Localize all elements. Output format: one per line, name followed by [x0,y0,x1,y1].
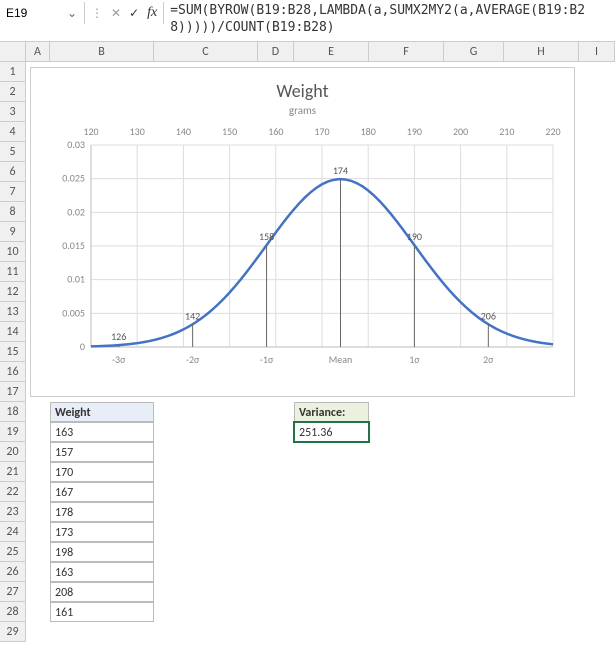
spreadsheet-grid: ABCDEFGHI 123456789101112131415161718192… [0,42,615,662]
svg-text:0.03: 0.03 [67,138,85,151]
svg-text:0.02: 0.02 [67,205,85,218]
svg-text:1σ: 1σ [409,353,420,366]
col-header-D[interactable]: D [258,42,294,61]
row-header-16[interactable]: 16 [0,362,25,382]
cell-E19[interactable]: 251.36 [294,422,369,442]
chart-title: Weight [43,80,562,102]
svg-text:130: 130 [130,125,145,138]
cell-B27[interactable]: 208 [50,582,154,602]
row-header-3[interactable]: 3 [0,102,25,122]
fx-icon[interactable]: fx [147,5,157,21]
chart-subtitle: grams [43,104,562,117]
row-header-9[interactable]: 9 [0,222,25,242]
row-header-7[interactable]: 7 [0,182,25,202]
col-header-E[interactable]: E [294,42,369,61]
col-header-G[interactable]: G [444,42,504,61]
cell-B20[interactable]: 157 [50,442,154,462]
cell-B28[interactable]: 161 [50,602,154,622]
svg-text:0.01: 0.01 [67,273,85,286]
chart[interactable]: Weight grams 120 130 140 150 160 170 180 190 200… [30,67,575,397]
svg-text:-1σ: -1σ [260,353,274,366]
svg-text:158: 158 [259,230,274,243]
cell-B25[interactable]: 198 [50,542,154,562]
col-header-A[interactable]: A [26,42,50,61]
svg-text:0.015: 0.015 [62,239,85,252]
svg-text:-3σ: -3σ [112,353,126,366]
col-header-B[interactable]: B [50,42,154,61]
cell-B22[interactable]: 167 [50,482,154,502]
row-header-11[interactable]: 11 [0,262,25,282]
col-header-H[interactable]: H [504,42,579,61]
svg-text:174: 174 [333,164,348,177]
row-header-13[interactable]: 13 [0,302,25,322]
svg-text:190: 190 [407,230,422,243]
formula-bar: ⌄ ⋮ ✕ ✓ fx =SUM(BYROW(B19:B28,LAMBDA(a,S… [0,0,615,42]
svg-text:180: 180 [361,125,376,138]
col-header-C[interactable]: C [154,42,258,61]
row-header-5[interactable]: 5 [0,142,25,162]
svg-text:160: 160 [268,125,283,138]
cell-B23[interactable]: 178 [50,502,154,522]
row-header-14[interactable]: 14 [0,322,25,342]
row-header-17[interactable]: 17 [0,382,25,402]
row-header-19[interactable]: 19 [0,422,25,442]
svg-text:0.025: 0.025 [62,172,85,185]
row-header-18[interactable]: 18 [0,402,25,422]
row-header-1[interactable]: 1 [0,62,25,82]
svg-text:142: 142 [185,309,200,322]
cell-B18[interactable]: Weight [50,402,154,422]
col-header-I[interactable]: I [579,42,615,61]
row-header-26[interactable]: 26 [0,562,25,582]
formula-input[interactable]: =SUM(BYROW(B19:B28,LAMBDA(a,SUMX2MY2(a,A… [164,0,615,40]
row-headers: 1234567891011121314151617181920212223242… [0,62,26,642]
row-header-29[interactable]: 29 [0,622,25,642]
row-header-10[interactable]: 10 [0,242,25,262]
row-header-15[interactable]: 15 [0,342,25,362]
confirm-icon[interactable]: ✓ [129,6,139,21]
cell-B26[interactable]: 163 [50,562,154,582]
svg-text:220: 220 [545,125,560,138]
svg-text:120: 120 [83,125,98,138]
row-header-27[interactable]: 27 [0,582,25,602]
row-header-21[interactable]: 21 [0,462,25,482]
row-header-20[interactable]: 20 [0,442,25,462]
row-header-12[interactable]: 12 [0,282,25,302]
name-box-input[interactable] [4,4,64,22]
svg-text:0.005: 0.005 [62,306,85,319]
chart-plot: 120 130 140 150 160 170 180 190 200 210 220 0 0.005 0… [43,121,563,391]
row-header-6[interactable]: 6 [0,162,25,182]
cell-B19[interactable]: 163 [50,422,154,442]
select-all-corner[interactable] [0,42,26,62]
separator-icon: ⋮ [91,6,103,21]
row-header-28[interactable]: 28 [0,602,25,622]
row-header-23[interactable]: 23 [0,502,25,522]
col-header-F[interactable]: F [369,42,444,61]
row-header-2[interactable]: 2 [0,82,25,102]
svg-text:170: 170 [314,125,329,138]
svg-text:126: 126 [111,330,126,343]
column-headers: ABCDEFGHI [26,42,615,62]
cancel-icon[interactable]: ✕ [111,6,121,21]
name-box[interactable]: ⌄ [0,2,85,24]
svg-text:140: 140 [176,125,191,138]
row-header-4[interactable]: 4 [0,122,25,142]
row-header-25[interactable]: 25 [0,542,25,562]
row-header-22[interactable]: 22 [0,482,25,502]
row-header-8[interactable]: 8 [0,202,25,222]
cell-E18[interactable]: Variance: [294,402,369,422]
cell-B24[interactable]: 173 [50,522,154,542]
svg-text:210: 210 [499,125,514,138]
svg-text:0: 0 [80,340,85,353]
svg-text:206: 206 [481,309,496,322]
svg-text:200: 200 [453,125,468,138]
svg-text:190: 190 [407,125,422,138]
row-header-24[interactable]: 24 [0,522,25,542]
svg-text:150: 150 [222,125,237,138]
svg-text:-2σ: -2σ [186,353,200,366]
svg-text:Mean: Mean [329,353,353,366]
cell-B21[interactable]: 170 [50,462,154,482]
svg-text:2σ: 2σ [483,353,494,366]
name-box-dropdown-icon[interactable]: ⌄ [64,6,80,21]
